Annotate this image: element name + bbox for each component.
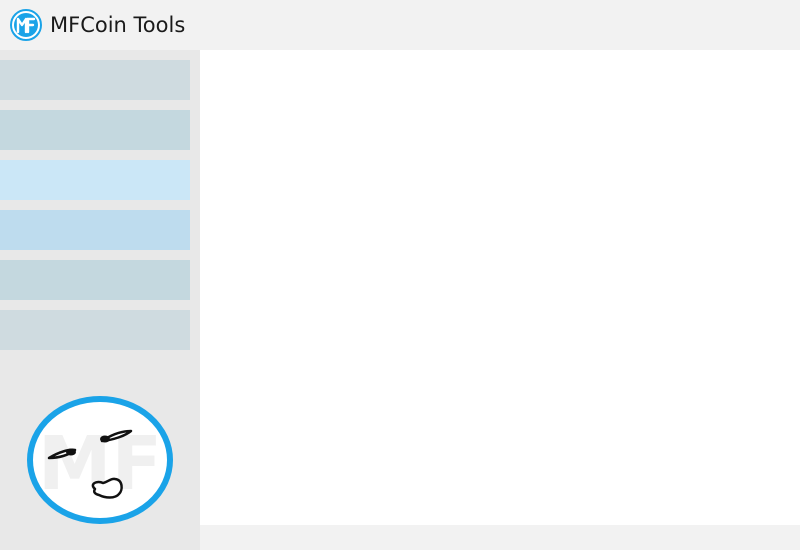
sidebar-item-1[interactable]	[0, 60, 190, 100]
sidebar-item-3[interactable]	[0, 160, 190, 200]
status-bar	[200, 525, 800, 550]
sidebar-item-6[interactable]	[0, 310, 190, 350]
title-bar: MFCoin Tools	[0, 0, 800, 50]
sidebar-item-4[interactable]	[0, 210, 190, 250]
sidebar-item-2[interactable]	[0, 110, 190, 150]
sidebar-item-5[interactable]	[0, 260, 190, 300]
mfcoin-logo-icon	[10, 9, 42, 41]
main-content-area	[200, 50, 800, 525]
mfcoin-mascot-icon: MF	[27, 396, 173, 524]
app-title: MFCoin Tools	[50, 13, 186, 37]
